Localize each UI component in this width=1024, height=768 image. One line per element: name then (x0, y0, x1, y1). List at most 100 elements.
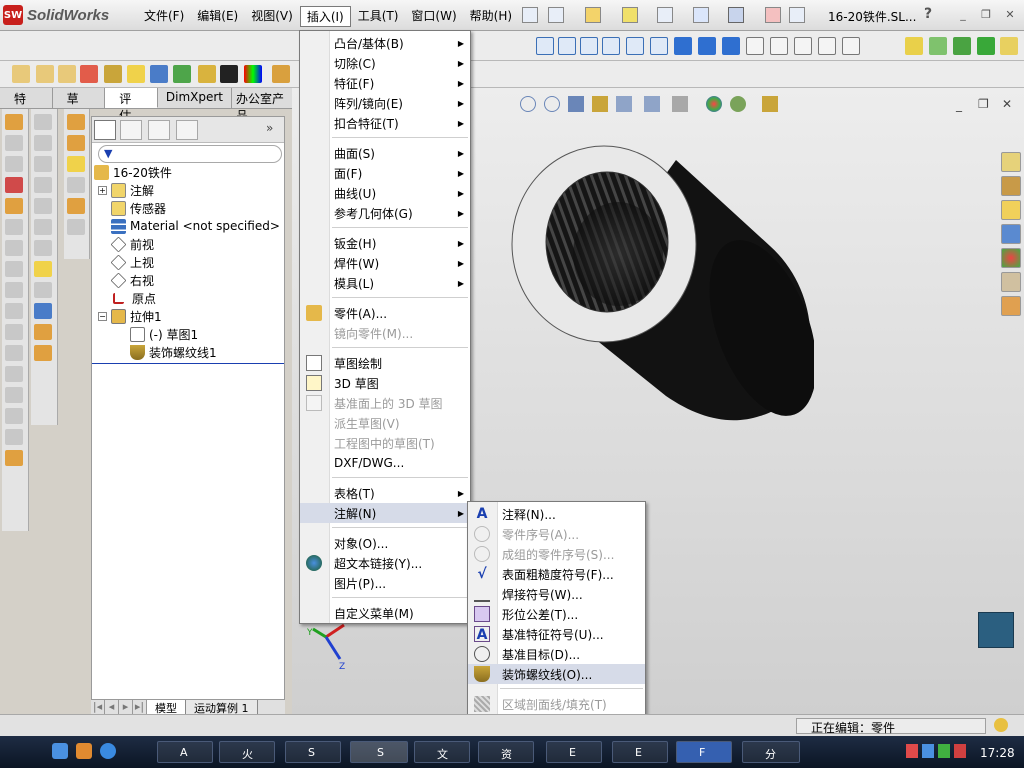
view-settings-icon[interactable] (762, 96, 778, 112)
tool-icon[interactable] (34, 324, 52, 340)
undo-icon[interactable] (693, 7, 709, 23)
viewport-restore-icon[interactable]: ❐ (978, 97, 989, 111)
tool-icon[interactable] (5, 240, 23, 256)
tool-icon[interactable] (5, 366, 23, 382)
tool-icon[interactable] (5, 198, 23, 214)
tool-icon[interactable] (34, 156, 52, 172)
insert-menu-item[interactable]: 特征(F) ▶ (300, 73, 470, 93)
tool-icon[interactable] (5, 345, 23, 361)
view-four-icon[interactable] (818, 37, 836, 55)
taskbar-item[interactable]: E (612, 741, 668, 763)
insert-menu-item[interactable]: 自定义菜单(M) (300, 603, 470, 623)
tool-icon[interactable] (34, 240, 52, 256)
annotation-menu-item[interactable]: 焊接符号(W)... (468, 584, 645, 604)
bird-icon[interactable] (978, 612, 1014, 648)
tray-icon[interactable] (954, 744, 966, 758)
tab-motion-study-1[interactable]: 运动算例 1 (186, 700, 258, 715)
line-icon[interactable] (929, 37, 947, 55)
expand-icon[interactable]: + (98, 185, 107, 195)
tree-item-right-plane[interactable]: 右视 (110, 271, 154, 289)
tray-icon[interactable] (906, 744, 918, 758)
traffic-light-icon[interactable] (765, 7, 781, 23)
insert-menu-item[interactable]: 阵列/镜向(E) ▶ (300, 93, 470, 113)
print-icon[interactable] (657, 7, 673, 23)
annotation-menu-item[interactable]: 基准目标(D)... (468, 644, 645, 664)
apply-scene-icon[interactable] (730, 96, 746, 112)
insert-menu-item[interactable]: 曲线(U) ▶ (300, 183, 470, 203)
pin-icon[interactable] (522, 7, 538, 23)
tool-icon[interactable] (67, 177, 85, 193)
tree-item-front-plane[interactable]: 前视 (110, 235, 154, 253)
tool-icon[interactable] (67, 114, 85, 130)
taskbar-item-solidworks[interactable]: S (350, 741, 408, 763)
tool-icon[interactable] (5, 303, 23, 319)
design-library-icon[interactable] (1001, 176, 1021, 196)
prev-tab-icon[interactable]: ◂ (105, 700, 119, 715)
search-icon[interactable] (1001, 224, 1021, 244)
taskbar-item[interactable]: F (676, 741, 732, 763)
tool-icon[interactable] (67, 219, 85, 235)
deviation-analysis-icon[interactable] (244, 65, 262, 83)
tool-icon[interactable] (34, 177, 52, 193)
measure-icon[interactable] (12, 65, 30, 83)
tab-model[interactable]: 模型 (147, 700, 186, 715)
help-icon[interactable]: ? (924, 6, 932, 22)
tree-item-cosmetic-thread1[interactable]: 装饰螺纹线1 (130, 343, 217, 361)
coordinate-system-icon[interactable] (953, 37, 971, 55)
tool-icon[interactable] (5, 282, 23, 298)
tool-icon[interactable] (67, 156, 85, 172)
tool-icon[interactable] (34, 114, 52, 130)
tool-icon[interactable] (5, 429, 23, 445)
curvature-icon[interactable] (173, 65, 191, 83)
taskbar-item[interactable]: S (285, 741, 341, 763)
insert-menu-item[interactable]: 切除(C) ▶ (300, 53, 470, 73)
taskbar-item[interactable]: 资 (478, 741, 534, 763)
view-two-horizontal-icon[interactable] (770, 37, 788, 55)
tool-icon[interactable] (34, 303, 52, 319)
menu-insert[interactable]: 插入(I) (299, 6, 351, 27)
tool-icon[interactable] (5, 387, 23, 403)
menu-file[interactable]: 文件(F) (138, 6, 190, 27)
first-tab-icon[interactable]: |◂ (91, 700, 105, 715)
show-desktop-icon[interactable] (52, 743, 68, 759)
annotation-menu-item[interactable]: √ 表面粗糙度符号(F)... (468, 564, 645, 584)
tool-icon[interactable] (34, 345, 52, 361)
insert-menu-item[interactable]: 参考几何体(G) ▶ (300, 203, 470, 223)
tree-item-origin[interactable]: 原点 (111, 289, 156, 307)
tool-icon[interactable] (5, 135, 23, 151)
rollback-bar[interactable] (92, 363, 284, 364)
viewport-close-icon[interactable]: ✕ (1002, 97, 1012, 111)
tool-icon[interactable] (5, 324, 23, 340)
insert-menu-item[interactable]: 图片(P)... (300, 573, 470, 593)
view-normal-icon[interactable] (722, 37, 740, 55)
rebuild-icon[interactable] (622, 7, 638, 23)
menu-edit[interactable]: 编辑(E) (191, 6, 244, 27)
sensor-icon[interactable] (80, 65, 98, 83)
tool-icon[interactable] (34, 261, 52, 277)
insert-menu-item[interactable]: DXF/DWG... (300, 453, 470, 473)
insert-menu-item[interactable]: 对象(O)... (300, 533, 470, 553)
menu-view[interactable]: 视图(V) (245, 6, 299, 27)
expand-panel-icon[interactable]: » (266, 121, 273, 135)
tab-office-products[interactable]: 办公室产品 (232, 88, 301, 123)
taskbar-item[interactable]: 分 (742, 741, 800, 763)
last-tab-icon[interactable]: ▸| (133, 700, 147, 715)
tool-icon[interactable] (67, 198, 85, 214)
section-view-icon[interactable] (592, 96, 608, 112)
tool-icon[interactable] (5, 450, 23, 466)
undercut-icon[interactable] (272, 65, 290, 83)
new-document-icon[interactable] (548, 7, 564, 23)
next-tab-icon[interactable]: ▸ (119, 700, 133, 715)
menu-help[interactable]: 帮助(H) (464, 6, 518, 27)
tree-item-sensors[interactable]: 传感器 (111, 199, 166, 217)
view-link-icon[interactable] (842, 37, 860, 55)
view-left-icon[interactable] (602, 37, 620, 55)
menu-window[interactable]: 窗口(W) (405, 6, 462, 27)
property-manager-tab-icon[interactable] (120, 120, 142, 140)
quick-tips-icon[interactable] (994, 718, 1008, 732)
tray-icon[interactable] (938, 744, 950, 758)
solidworks-resources-icon[interactable] (1001, 152, 1021, 172)
feature-tree-tab-icon[interactable] (94, 120, 116, 140)
draft-analysis-icon[interactable] (150, 65, 168, 83)
tool-icon[interactable] (5, 156, 23, 172)
